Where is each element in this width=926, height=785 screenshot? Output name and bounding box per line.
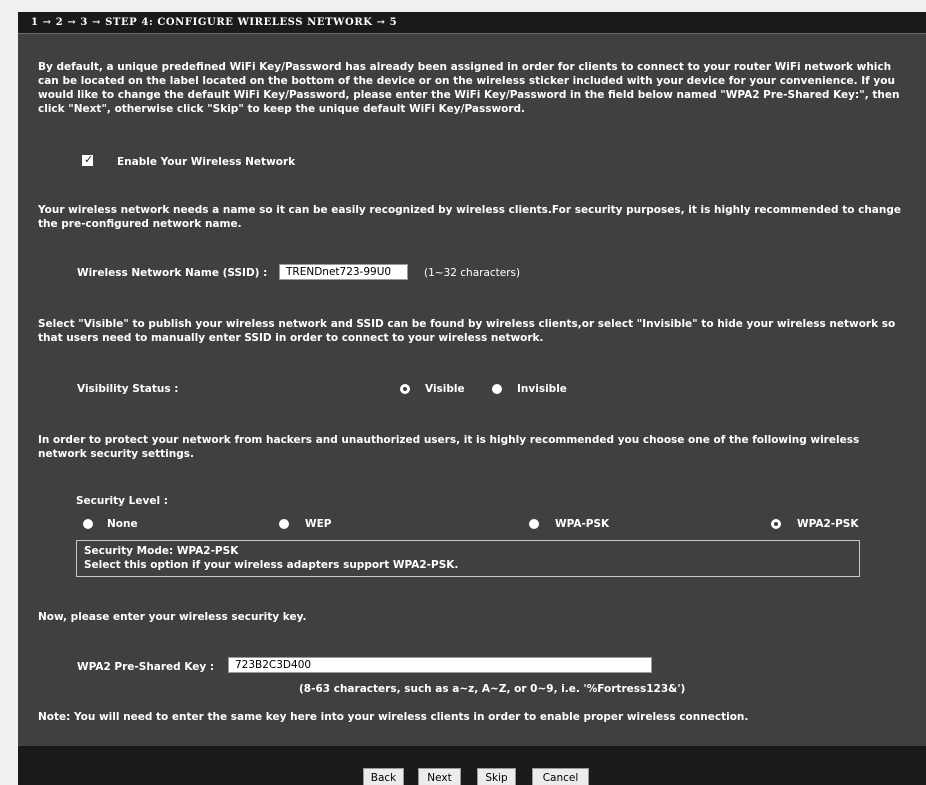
security-none-radio[interactable] [83, 519, 93, 529]
ssid-label: Wireless Network Name (SSID) : [77, 267, 268, 279]
enable-wireless-checkbox[interactable]: ✓ [82, 153, 94, 166]
psk-note: Note: You will need to enter the same ke… [38, 711, 749, 723]
key-prompt: Now, please enter your wireless security… [38, 611, 307, 623]
intro-line-4: click "Next", otherwise click "Skip" to … [38, 103, 526, 115]
visibility-desc-line-2: that users need to manually enter SSID i… [38, 332, 544, 344]
wizard-step-header: 1 → 2 → 3 → STEP 4: CONFIGURE WIRELESS N… [18, 12, 926, 34]
intro-line-2: can be located on the label located on t… [38, 75, 895, 87]
invisible-radio[interactable] [492, 384, 502, 394]
visibility-description: Select "Visible" to publish your wireles… [38, 317, 922, 345]
enable-wireless-label: Enable Your Wireless Network [117, 156, 296, 168]
ssid-desc-line-1: Your wireless network needs a name so it… [38, 204, 901, 216]
psk-label: WPA2 Pre-Shared Key : [77, 661, 215, 673]
security-wpa-psk-label: WPA-PSK [555, 518, 610, 530]
security-wep-label: WEP [305, 518, 332, 530]
ssid-hint: (1~32 characters) [424, 267, 521, 279]
wizard-steps-breadcrumb: 1 → 2 → 3 → STEP 4: CONFIGURE WIRELESS N… [31, 17, 398, 28]
security-mode-description: Select this option if your wireless adap… [84, 559, 459, 571]
security-mode-title: Security Mode: WPA2-PSK [84, 545, 239, 557]
security-description: In order to protect your network from ha… [38, 433, 922, 461]
security-level-label: Security Level : [76, 495, 168, 507]
security-wpa-psk-radio[interactable] [529, 519, 539, 529]
psk-input[interactable] [228, 657, 652, 673]
security-wpa2-psk-radio[interactable] [771, 519, 781, 529]
security-desc-line-1: In order to protect your network from ha… [38, 434, 860, 446]
intro-line-1: By default, a unique predefined WiFi Key… [38, 61, 892, 73]
ssid-desc-line-2: the pre-configured network name. [38, 218, 242, 230]
skip-button[interactable]: Skip [477, 768, 516, 785]
back-button[interactable]: Back [363, 768, 404, 785]
ssid-input[interactable] [279, 264, 408, 280]
ssid-description: Your wireless network needs a name so it… [38, 203, 922, 231]
visible-option-label: Visible [425, 383, 465, 395]
security-wep-radio[interactable] [279, 519, 289, 529]
cancel-button[interactable]: Cancel [532, 768, 589, 785]
visibility-label: Visibility Status : [77, 383, 179, 395]
intro-text: By default, a unique predefined WiFi Key… [38, 60, 922, 116]
security-desc-line-2: network security settings. [38, 448, 194, 460]
visible-radio[interactable] [400, 384, 410, 394]
visibility-desc-line-1: Select "Visible" to publish your wireles… [38, 318, 896, 330]
intro-line-3: would like to change the default WiFi Ke… [38, 89, 900, 101]
security-mode-info-box: Security Mode: WPA2-PSK Select this opti… [76, 540, 860, 577]
psk-hint: (8-63 characters, such as a~z, A~Z, or 0… [299, 683, 686, 695]
invisible-option-label: Invisible [517, 383, 567, 395]
security-wpa2-psk-label: WPA2-PSK [797, 518, 859, 530]
next-button[interactable]: Next [418, 768, 461, 785]
button-bar [18, 746, 926, 785]
security-none-label: None [107, 518, 138, 530]
checkmark-icon: ✓ [84, 153, 94, 166]
